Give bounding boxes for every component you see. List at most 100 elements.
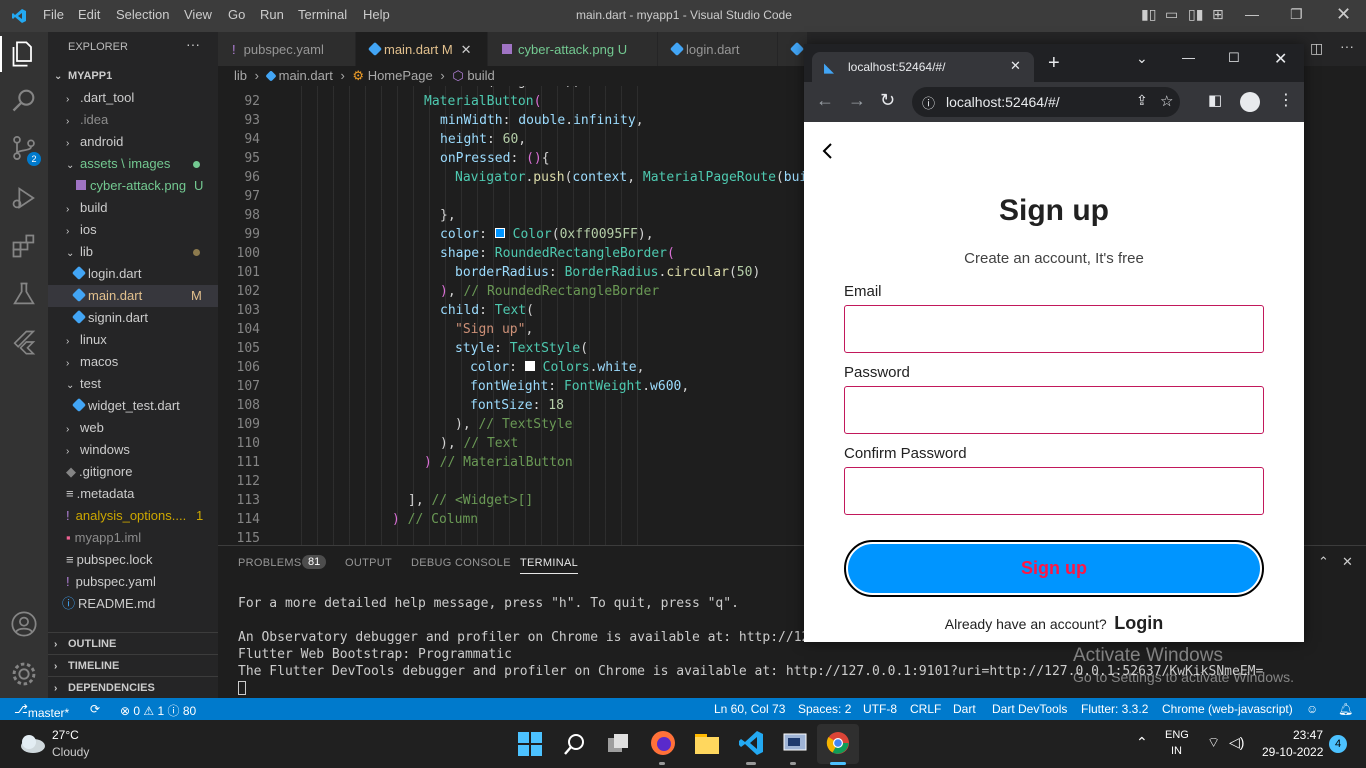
tab-terminal[interactable]: TERMINAL [520, 557, 579, 574]
profile-avatar[interactable] [1240, 92, 1260, 112]
sync-icon[interactable]: ⟳ [90, 702, 100, 716]
minimize-icon[interactable]: — [1245, 6, 1259, 22]
problems-status[interactable]: ⊗ 0 ⚠ 1 ⓘ 80 [120, 702, 196, 719]
back-arrow-icon[interactable] [821, 142, 835, 160]
tree-item-assets-images[interactable]: ⌄ assets \ images [48, 153, 218, 175]
site-info-icon[interactable]: ⓘ [922, 93, 935, 112]
tree-item-analysis-options[interactable]: ! analysis_options.... 1 [48, 505, 218, 527]
tree-item-linux[interactable]: › linux [48, 329, 218, 351]
toggle-sidebar-icon[interactable]: ▮▯ [1141, 6, 1156, 23]
bookmark-star-icon[interactable]: ☆ [1160, 92, 1173, 110]
explorer-icon[interactable] [10, 40, 38, 68]
root-folder[interactable]: ⌄ MYAPP1 [48, 65, 218, 87]
menu-help[interactable]: Help [363, 7, 390, 22]
tree-item-signin-dart[interactable]: signin.dart [48, 307, 218, 329]
outline-section[interactable]: › OUTLINE [48, 632, 218, 654]
tab-problems[interactable]: PROBLEMS [238, 557, 302, 569]
cloudy-weather-icon[interactable] [18, 732, 46, 754]
tree-item-pubspec-lock[interactable]: ≡ pubspec.lock [48, 549, 218, 571]
close-icon[interactable]: ✕ [1274, 49, 1287, 69]
customize-layout-icon[interactable]: ⊞ [1212, 6, 1224, 23]
show-hidden-icons-icon[interactable]: ⌃ [1136, 734, 1148, 751]
forward-icon[interactable]: → [848, 90, 866, 111]
app-window-icon[interactable] [782, 730, 808, 756]
menu-go[interactable]: Go [228, 7, 245, 22]
tab-output[interactable]: OUTPUT [345, 557, 392, 569]
tree-item-ios[interactable]: › ios [48, 219, 218, 241]
tree-item-gitignore[interactable]: ◆ .gitignore [48, 461, 218, 483]
tab-search-icon[interactable]: ⌄ [1136, 50, 1148, 67]
tree-item-macos[interactable]: › macos [48, 351, 218, 373]
volume-icon[interactable]: ◁) [1229, 734, 1244, 751]
tree-item-cyber-attack-png[interactable]: cyber-attack.png U [48, 175, 218, 197]
confirm-password-field[interactable] [844, 467, 1264, 515]
back-icon[interactable]: ← [816, 90, 834, 111]
wifi-icon[interactable]: ⌔ [1207, 734, 1220, 752]
tab-cyber-attack-png[interactable]: cyber-attack.png U [488, 32, 658, 66]
editor-scrollbar[interactable] [1360, 86, 1366, 545]
tree-item-android[interactable]: › android [48, 131, 218, 153]
menu-terminal[interactable]: Terminal [298, 7, 347, 22]
address-bar[interactable]: ⓘ localhost:52464/#/ ⇪ ☆ [912, 87, 1180, 117]
tree-item-web[interactable]: › web [48, 417, 218, 439]
tab-main-dart[interactable]: main.dart M ✕ [356, 32, 488, 66]
file-explorer-icon[interactable] [694, 731, 720, 755]
feedback-icon[interactable]: ☺ [1306, 702, 1318, 716]
maximize-panel-icon[interactable]: ⌃ [1318, 554, 1329, 570]
split-editor-icon[interactable]: ◫ [1310, 40, 1323, 57]
language-status[interactable]: Dart [953, 702, 976, 716]
side-panel-icon[interactable]: ◧ [1208, 91, 1222, 109]
accounts-icon[interactable] [10, 610, 38, 638]
task-view-icon[interactable] [606, 732, 630, 756]
firefox-icon[interactable] [650, 730, 676, 756]
dependencies-section[interactable]: › DEPENDENCIES [48, 676, 218, 698]
tree-item-lib[interactable]: ⌄ lib [48, 241, 218, 263]
notifications-bell-icon[interactable]: 🔔︎ [1338, 702, 1353, 716]
eol-status[interactable]: CRLF [910, 702, 941, 716]
cursor-position[interactable]: Ln 60, Col 73 [714, 702, 785, 716]
tree-item-build[interactable]: › build [48, 197, 218, 219]
device-status[interactable]: Chrome (web-javascript) [1162, 702, 1293, 716]
new-tab-icon[interactable]: + [1048, 52, 1060, 75]
tree-item-idea[interactable]: › .idea [48, 109, 218, 131]
close-tab-icon[interactable]: ✕ [1010, 58, 1021, 74]
chrome-tab[interactable]: ◣ localhost:52464/#/ ✕ [812, 52, 1034, 82]
tree-item-widget-test-dart[interactable]: widget_test.dart [48, 395, 218, 417]
breadcrumb-method[interactable]: build [467, 68, 494, 83]
close-icon[interactable]: ✕ [1336, 4, 1351, 25]
tree-item-windows[interactable]: › windows [48, 439, 218, 461]
tree-item-test[interactable]: ⌄ test [48, 373, 218, 395]
devtools-status[interactable]: Dart DevTools [992, 702, 1067, 716]
reload-icon[interactable]: ↻ [880, 90, 895, 111]
close-panel-icon[interactable]: ✕ [1342, 554, 1353, 570]
menu-view[interactable]: View [184, 7, 212, 22]
tree-item-main-dart[interactable]: main.dart M [48, 285, 218, 307]
menu-selection[interactable]: Selection [116, 7, 169, 22]
tree-item-dart-tool[interactable]: › .dart_tool [48, 87, 218, 109]
notification-count-badge[interactable]: 4 [1329, 735, 1347, 753]
clock-time[interactable]: 23:47 [1293, 728, 1323, 742]
windows-start-icon[interactable] [518, 732, 542, 756]
encoding-status[interactable]: UTF-8 [863, 702, 897, 716]
breadcrumb-file[interactable]: main.dart [279, 68, 333, 83]
tab-login-dart[interactable]: login.dart [658, 32, 778, 66]
tree-item-pubspec-yaml[interactable]: ! pubspec.yaml [48, 571, 218, 593]
menu-edit[interactable]: Edit [78, 7, 100, 22]
indentation-status[interactable]: Spaces: 2 [798, 702, 851, 716]
search-icon[interactable] [563, 732, 587, 756]
more-actions-icon[interactable]: ··· [1340, 38, 1354, 54]
settings-gear-icon[interactable] [10, 660, 38, 688]
tab-pubspec-yaml[interactable]: ! pubspec.yaml [218, 32, 356, 66]
email-field[interactable] [844, 305, 1264, 353]
timeline-section[interactable]: › TIMELINE [48, 654, 218, 676]
tree-item-metadata[interactable]: ≡ .metadata [48, 483, 218, 505]
password-field[interactable] [844, 386, 1264, 434]
vscode-taskbar-icon[interactable] [738, 730, 764, 756]
flutter-version-status[interactable]: Flutter: 3.3.2 [1081, 702, 1148, 716]
search-icon[interactable] [10, 86, 38, 114]
tree-item-readme[interactable]: ⓘ README.md [48, 593, 218, 615]
signup-button[interactable]: Sign up [844, 540, 1264, 597]
more-actions-icon[interactable]: ··· [186, 36, 200, 52]
tab-debug-console[interactable]: DEBUG CONSOLE [411, 557, 511, 569]
branch-status[interactable]: ⎇ master* [14, 702, 69, 720]
